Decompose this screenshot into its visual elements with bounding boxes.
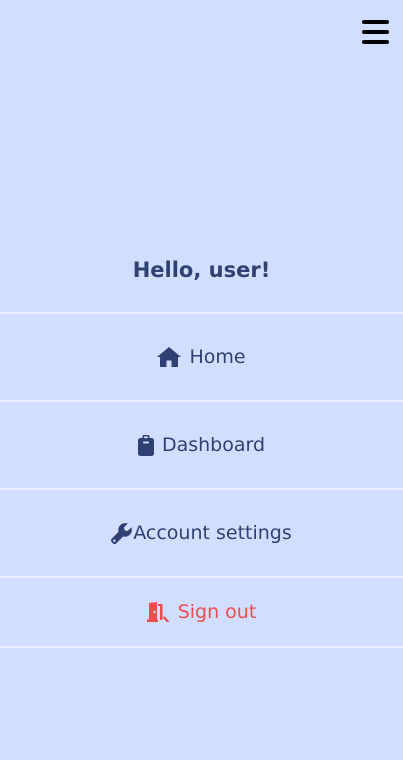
clipboard-icon	[137, 434, 154, 456]
nav-item-sign-out[interactable]: Sign out	[0, 576, 403, 648]
nav-item-dashboard[interactable]: Dashboard	[0, 400, 403, 488]
nav-item-home[interactable]: Home	[0, 312, 403, 400]
nav-item-account-settings[interactable]: Account settings	[0, 488, 403, 576]
menu-bar-middle	[362, 30, 389, 34]
nav-item-label: Account settings	[133, 522, 292, 544]
hamburger-menu-icon[interactable]	[362, 18, 389, 46]
menu-bar-top	[362, 20, 389, 24]
nav-item-label: Dashboard	[161, 434, 266, 456]
door-exit-icon	[146, 602, 170, 622]
side-navigation: Home Dashboard Account settings Sign out	[0, 312, 403, 648]
nav-item-label: Sign out	[177, 601, 257, 623]
nav-item-label: Home	[189, 346, 246, 368]
greeting-text: Hello, user!	[132, 258, 271, 282]
menu-bar-bottom	[362, 40, 389, 44]
home-icon	[157, 347, 182, 367]
wrench-icon	[111, 522, 133, 544]
